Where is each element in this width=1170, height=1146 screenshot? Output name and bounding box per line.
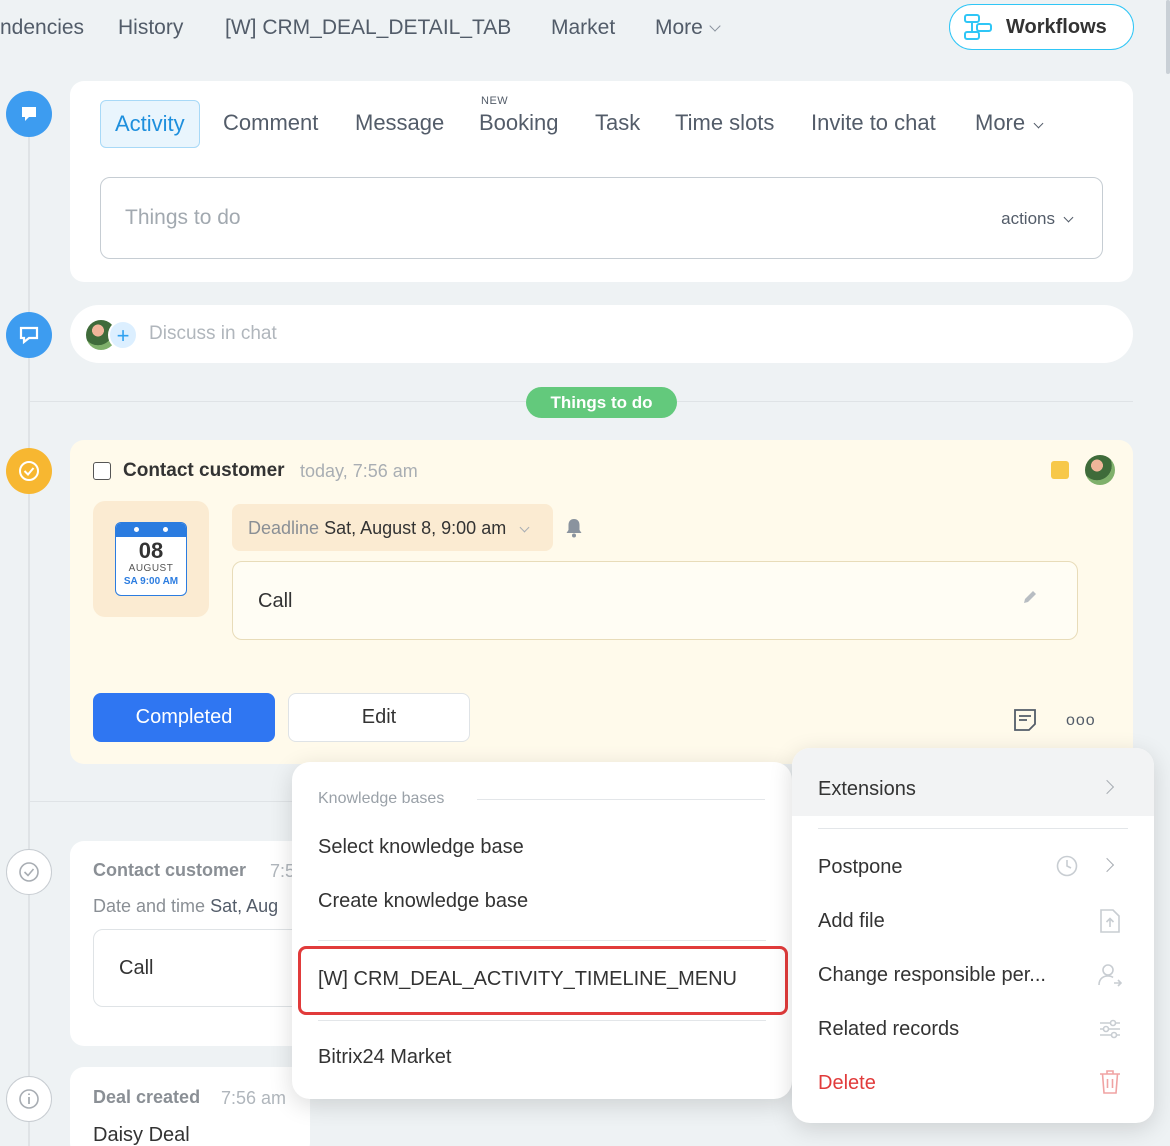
highlight-box bbox=[298, 946, 788, 1015]
task-description: Call bbox=[258, 590, 293, 612]
knowledge-bases-heading: Knowledge bases bbox=[318, 790, 445, 807]
knowledge-bases-menu: Knowledge bases Select knowledge base Cr… bbox=[292, 762, 792, 1099]
responsible-avatar[interactable] bbox=[1085, 455, 1115, 485]
workflows-icon bbox=[964, 14, 992, 40]
deadline-value: Sat, August 8, 9:00 am bbox=[324, 518, 507, 538]
timeline-done-icon bbox=[6, 849, 52, 895]
history-card-date: Date and time Sat, Aug bbox=[93, 896, 279, 916]
nav-tab-market[interactable]: Market bbox=[551, 16, 615, 40]
things-to-do-pill: Things to do bbox=[526, 387, 677, 418]
tab-time-slots[interactable]: Time slots bbox=[675, 100, 774, 146]
deal-created-time: 7:56 am bbox=[221, 1088, 287, 1108]
user-change-icon bbox=[1098, 964, 1123, 987]
menu-item-delete[interactable]: Delete bbox=[818, 1072, 876, 1095]
timeline-line bbox=[28, 90, 30, 1146]
task-title: Contact customer bbox=[123, 460, 285, 481]
actions-dropdown[interactable]: actions bbox=[1001, 209, 1074, 229]
tab-comment[interactable]: Comment bbox=[223, 100, 318, 146]
nav-tab-dependencies[interactable]: ndencies bbox=[0, 16, 84, 40]
chevron-down-icon bbox=[1033, 118, 1044, 129]
tab-invite-to-chat[interactable]: Invite to chat bbox=[811, 100, 936, 146]
task-actions-menu: Extensions Postpone Add file Change resp… bbox=[792, 748, 1154, 1123]
chevron-down-icon bbox=[519, 522, 530, 533]
divider bbox=[818, 828, 1128, 829]
menu-item-bitrix24-market[interactable]: Bitrix24 Market bbox=[318, 1046, 451, 1069]
divider bbox=[30, 801, 300, 802]
workflows-button[interactable]: Workflows bbox=[949, 4, 1134, 50]
things-to-do-placeholder: Things to do bbox=[125, 206, 241, 229]
deal-created-title: Deal created bbox=[93, 1087, 201, 1107]
calendar-time: SA 9:00 AM bbox=[123, 576, 179, 587]
tab-booking[interactable]: Booking bbox=[479, 100, 559, 146]
calendar-month: AUGUST bbox=[128, 563, 174, 574]
divider bbox=[318, 940, 766, 941]
menu-item-postpone[interactable]: Postpone bbox=[818, 856, 903, 879]
postpone-icon bbox=[1056, 855, 1078, 877]
timeline-info-icon bbox=[6, 1076, 52, 1122]
tab-activity[interactable]: Activity bbox=[100, 100, 200, 148]
task-time: today, 7:56 am bbox=[300, 461, 418, 481]
history-card-title: Contact customer bbox=[93, 860, 247, 880]
sliders-icon bbox=[1100, 1019, 1120, 1039]
divider bbox=[318, 1020, 766, 1021]
bell-icon[interactable] bbox=[565, 517, 583, 539]
menu-item-related-records[interactable]: Related records bbox=[818, 1018, 959, 1041]
color-marker[interactable] bbox=[1051, 461, 1069, 479]
tab-more[interactable]: More bbox=[975, 100, 1044, 146]
menu-item-select-knowledge-base[interactable]: Select knowledge base bbox=[318, 836, 524, 859]
chevron-down-icon bbox=[1063, 212, 1074, 223]
calendar-icon: 08 AUGUST SA 9:00 AM bbox=[115, 522, 187, 596]
timeline-task-icon bbox=[6, 448, 52, 494]
menu-item-add-file[interactable]: Add file bbox=[818, 910, 885, 933]
divider bbox=[477, 799, 765, 800]
history-card-description: Call bbox=[119, 957, 154, 979]
trash-icon bbox=[1100, 1070, 1120, 1094]
note-icon[interactable] bbox=[1012, 707, 1038, 733]
file-upload-icon bbox=[1100, 909, 1120, 933]
pencil-icon[interactable] bbox=[1021, 588, 1039, 606]
workflows-label: Workflows bbox=[1006, 15, 1107, 38]
chevron-down-icon bbox=[709, 20, 721, 32]
timeline-comment-icon bbox=[6, 91, 52, 137]
deadline-label: Deadline bbox=[248, 518, 320, 538]
things-to-do-input[interactable]: Things to do actions bbox=[100, 177, 1103, 259]
tab-message[interactable]: Message bbox=[355, 100, 444, 146]
deal-name[interactable]: Daisy Deal bbox=[93, 1124, 190, 1146]
nav-tab-more[interactable]: More bbox=[655, 16, 721, 40]
tab-task[interactable]: Task bbox=[595, 100, 640, 146]
task-description-box[interactable]: Call bbox=[232, 561, 1078, 640]
calendar-day: 08 bbox=[138, 538, 164, 563]
task-checkbox[interactable] bbox=[93, 462, 111, 480]
menu-item-create-knowledge-base[interactable]: Create knowledge base bbox=[318, 890, 528, 913]
top-nav: ndencies History [W] CRM_DEAL_DETAIL_TAB… bbox=[0, 0, 1170, 74]
scrollbar[interactable] bbox=[1166, 0, 1170, 74]
completed-button[interactable]: Completed bbox=[93, 693, 275, 742]
menu-item-change-responsible[interactable]: Change responsible per... bbox=[818, 964, 1046, 987]
more-actions-icon[interactable]: ooo bbox=[1066, 712, 1096, 730]
chevron-right-icon bbox=[1099, 857, 1115, 873]
nav-tab-crm-deal-detail[interactable]: [W] CRM_DEAL_DETAIL_TAB bbox=[225, 16, 511, 40]
nav-tab-history[interactable]: History bbox=[118, 16, 183, 40]
edit-button[interactable]: Edit bbox=[288, 693, 470, 742]
deadline-selector[interactable]: Deadline Sat, August 8, 9:00 am bbox=[232, 504, 553, 551]
add-participant-icon[interactable]: + bbox=[108, 320, 138, 350]
menu-item-extensions[interactable]: Extensions bbox=[818, 778, 916, 801]
discuss-placeholder: Discuss in chat bbox=[149, 323, 277, 344]
timeline-chat-icon bbox=[6, 312, 52, 358]
